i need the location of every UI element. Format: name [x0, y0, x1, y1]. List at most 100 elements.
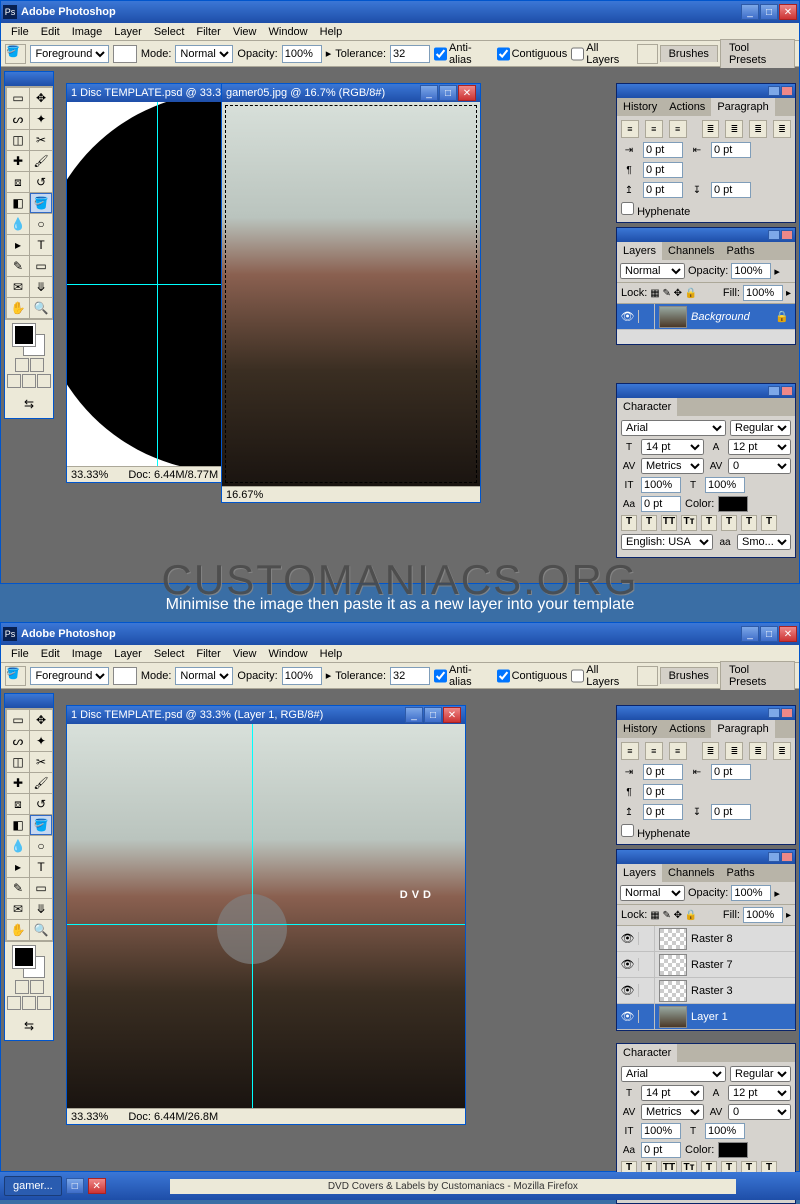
- panel-min[interactable]: [768, 230, 780, 240]
- menu-file[interactable]: File: [5, 646, 35, 662]
- mode-select[interactable]: Normal: [175, 667, 233, 685]
- minimize-button[interactable]: _: [741, 626, 759, 642]
- visibility-icon[interactable]: 👁: [617, 1010, 639, 1023]
- eyedropper-tool[interactable]: ⤋: [30, 899, 52, 919]
- tab-character[interactable]: Character: [617, 1044, 677, 1062]
- panel-min[interactable]: [768, 708, 780, 718]
- font-select[interactable]: Arial: [621, 420, 726, 436]
- panel-min[interactable]: [768, 852, 780, 862]
- menu-select[interactable]: Select: [148, 646, 191, 662]
- history-brush-tool[interactable]: ↺: [30, 172, 52, 192]
- font-size[interactable]: 14 pt: [641, 1085, 704, 1101]
- layer-row[interactable]: 👁Raster 7: [617, 952, 795, 978]
- history-brush-tool[interactable]: ↺: [30, 794, 52, 814]
- taskbar-item[interactable]: gamer...: [4, 1176, 62, 1196]
- space-before[interactable]: [643, 804, 683, 820]
- doc-window-template[interactable]: 1 Disc TEMPLATE.psd @ 33.3 33.33%Doc: 6.…: [66, 83, 246, 483]
- lasso-tool[interactable]: ᔕ: [7, 109, 29, 129]
- tab-channels[interactable]: Channels: [662, 864, 720, 882]
- screen-std[interactable]: [7, 996, 21, 1010]
- path-tool[interactable]: ▸: [7, 857, 29, 877]
- tab-layers[interactable]: Layers: [617, 864, 662, 882]
- tab-paragraph[interactable]: Paragraph: [711, 720, 774, 738]
- menu-layer[interactable]: Layer: [108, 646, 148, 662]
- bucket-icon[interactable]: 🪣: [5, 44, 26, 64]
- tab-paths[interactable]: Paths: [721, 242, 761, 260]
- blur-tool[interactable]: 💧: [7, 214, 29, 234]
- tab-brushes[interactable]: Brushes: [660, 45, 718, 62]
- doc-close[interactable]: ✕: [458, 85, 476, 101]
- layer-row[interactable]: 👁Background🔒: [617, 304, 795, 330]
- panel-close[interactable]: [781, 86, 793, 96]
- tab-brushes[interactable]: Brushes: [660, 667, 718, 684]
- vscale[interactable]: [641, 477, 681, 493]
- strike-btn[interactable]: T: [761, 515, 777, 531]
- wand-tool[interactable]: ✦: [30, 731, 52, 751]
- menu-image[interactable]: Image: [66, 24, 109, 40]
- font-style-select[interactable]: Regular: [730, 420, 791, 436]
- pen-tool[interactable]: ✎: [7, 878, 29, 898]
- layer-opacity[interactable]: [731, 263, 771, 279]
- minimize-button[interactable]: _: [741, 4, 759, 20]
- leading[interactable]: 12 pt: [728, 1085, 791, 1101]
- indent-first[interactable]: [643, 784, 683, 800]
- align-center-icon[interactable]: ≡: [645, 742, 663, 760]
- align-left-icon[interactable]: ≡: [621, 120, 639, 138]
- font-select[interactable]: Arial: [621, 1066, 726, 1082]
- menu-filter[interactable]: Filter: [190, 646, 226, 662]
- move-tool[interactable]: ✥: [30, 710, 52, 730]
- color-swatches[interactable]: [13, 324, 45, 356]
- smallcaps-btn[interactable]: Tт: [681, 515, 697, 531]
- brush-tool[interactable]: 🖌: [30, 773, 52, 793]
- justify-all-icon[interactable]: ≣: [773, 120, 791, 138]
- tab-actions[interactable]: Actions: [663, 98, 711, 116]
- pen-tool[interactable]: ✎: [7, 256, 29, 276]
- hyphenate-checkbox[interactable]: [621, 202, 634, 215]
- menu-view[interactable]: View: [227, 646, 263, 662]
- antialias-checkbox[interactable]: [434, 667, 447, 685]
- justify-r-icon[interactable]: ≣: [749, 742, 767, 760]
- kerning[interactable]: Metrics: [641, 1104, 704, 1120]
- align-left-icon[interactable]: ≡: [621, 742, 639, 760]
- screen-full[interactable]: [37, 996, 51, 1010]
- zoom-tool[interactable]: 🔍: [30, 298, 52, 318]
- taskbar-close[interactable]: ✕: [88, 1178, 106, 1194]
- visibility-icon[interactable]: 👁: [617, 984, 639, 997]
- layer-opacity[interactable]: [731, 885, 771, 901]
- italic-btn[interactable]: T: [641, 515, 657, 531]
- menu-edit[interactable]: Edit: [35, 24, 66, 40]
- marquee-tool[interactable]: ▭: [7, 88, 29, 108]
- justify-all-icon[interactable]: ≣: [773, 742, 791, 760]
- notes-tool[interactable]: ✉: [7, 899, 29, 919]
- baseline[interactable]: [641, 496, 681, 512]
- super-btn[interactable]: T: [701, 515, 717, 531]
- layer-row[interactable]: 👁Raster 8: [617, 926, 795, 952]
- sub-btn[interactable]: T: [721, 515, 737, 531]
- menu-filter[interactable]: Filter: [190, 24, 226, 40]
- slice-tool[interactable]: ✂: [30, 130, 52, 150]
- menu-window[interactable]: Window: [263, 646, 314, 662]
- kerning[interactable]: Metrics: [641, 458, 704, 474]
- close-button[interactable]: ✕: [779, 626, 797, 642]
- visibility-icon[interactable]: 👁: [617, 310, 639, 323]
- visibility-icon[interactable]: 👁: [617, 958, 639, 971]
- crop-tool[interactable]: ◫: [7, 752, 29, 772]
- hand-tool[interactable]: ✋: [7, 298, 29, 318]
- stamp-tool[interactable]: ⧈: [7, 172, 29, 192]
- bucket-tool[interactable]: 🪣: [30, 193, 52, 213]
- move-tool[interactable]: ✥: [30, 88, 52, 108]
- pattern-swatch[interactable]: [113, 667, 136, 685]
- layer-row[interactable]: 👁Raster 3: [617, 978, 795, 1004]
- heal-tool[interactable]: ✚: [7, 151, 29, 171]
- layer-fill[interactable]: [743, 907, 783, 923]
- menu-help[interactable]: Help: [314, 646, 349, 662]
- font-size[interactable]: 14 pt: [641, 439, 704, 455]
- space-before[interactable]: [643, 182, 683, 198]
- tolerance-input[interactable]: [390, 45, 430, 63]
- caps-btn[interactable]: TT: [661, 515, 677, 531]
- tracking[interactable]: 0: [728, 1104, 791, 1120]
- doc-min[interactable]: _: [405, 707, 423, 723]
- imageready-icon[interactable]: ⇆: [6, 1016, 52, 1036]
- hscale[interactable]: [705, 477, 745, 493]
- justify-c-icon[interactable]: ≣: [725, 742, 743, 760]
